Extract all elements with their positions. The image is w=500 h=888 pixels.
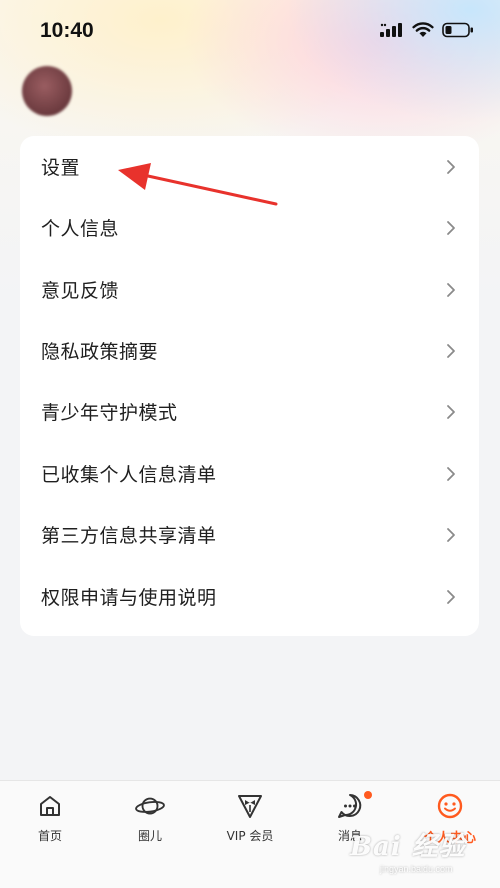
chevron-right-icon	[447, 343, 455, 358]
chevron-right-icon	[447, 527, 455, 542]
tab-label: 首页	[37, 829, 62, 843]
watermark-subtext: jingyan.baidu.com	[380, 864, 453, 874]
tab-label: VIP 会员	[226, 829, 274, 843]
status-bar: 10:40	[0, 0, 500, 62]
chevron-right-icon	[447, 282, 455, 297]
tab-home[interactable]: 首页	[0, 791, 100, 851]
unread-badge-dot	[364, 791, 372, 799]
avatar[interactable]	[22, 66, 72, 116]
chevron-right-icon	[447, 220, 455, 235]
menu-item-permissions[interactable]: 权限申请与使用说明	[20, 566, 479, 627]
chat-bubble-icon	[335, 791, 365, 821]
tab-label: 圈儿	[137, 829, 162, 843]
menu-item-label: 隐私政策摘要	[41, 341, 159, 363]
menu-item-label: 第三方信息共享清单	[41, 525, 217, 547]
menu-item-label: 个人信息	[41, 218, 120, 240]
menu-item-feedback[interactable]: 意见反馈	[20, 259, 479, 320]
battery-icon	[442, 22, 473, 38]
tab-circle[interactable]: 圈儿	[100, 791, 200, 851]
menu-item-privacy-summary[interactable]: 隐私政策摘要	[20, 320, 479, 381]
chevron-right-icon	[447, 159, 455, 174]
tab-vip[interactable]: VIP 会员	[200, 791, 300, 851]
chevron-right-icon	[447, 404, 455, 419]
home-icon	[35, 791, 65, 821]
menu-item-personal-info[interactable]: 个人信息	[20, 197, 479, 258]
cellular-signal-icon	[380, 23, 402, 37]
menu-item-settings[interactable]: 设置	[20, 136, 479, 197]
menu-item-collected-info-list[interactable]: 已收集个人信息清单	[20, 443, 479, 504]
status-icons	[380, 22, 474, 38]
menu-item-label: 意见反馈	[41, 280, 120, 302]
chevron-right-icon	[447, 589, 455, 604]
watermark-text: Bai 经验	[350, 832, 466, 862]
menu-item-label: 设置	[41, 157, 81, 179]
menu-card: 设置 个人信息 意见反馈 隐私政策摘要 青少年守护模式 已收集个人信息清单 第三…	[20, 136, 479, 636]
menu-item-label: 已收集个人信息清单	[41, 464, 217, 486]
tuxedo-vip-icon	[235, 791, 265, 821]
chevron-right-icon	[447, 466, 455, 481]
smiley-icon	[435, 791, 465, 821]
menu-item-label: 权限申请与使用说明	[41, 587, 217, 609]
menu-item-youth-mode[interactable]: 青少年守护模式	[20, 381, 479, 442]
menu-item-label: 青少年守护模式	[41, 402, 178, 424]
planet-icon	[135, 791, 165, 821]
status-time: 10:40	[40, 19, 94, 42]
baidu-jingyan-watermark: Bai 经验 jingyan.baidu.com	[350, 826, 500, 888]
wifi-icon	[412, 22, 434, 37]
menu-item-third-party-sharing[interactable]: 第三方信息共享清单	[20, 504, 479, 565]
